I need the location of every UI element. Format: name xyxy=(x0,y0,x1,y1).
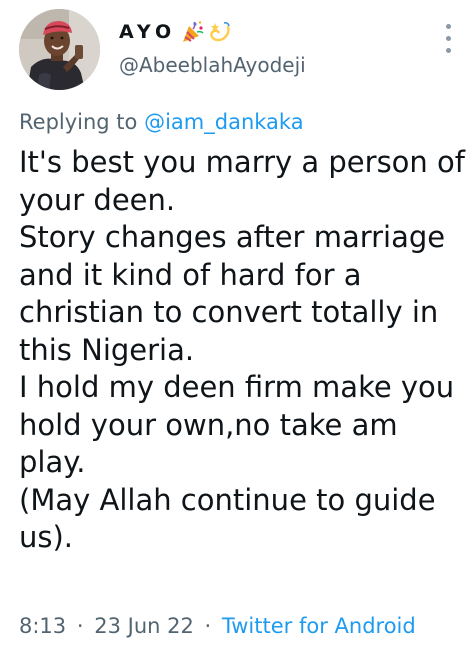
replying-to: Replying to @iam_dankaka xyxy=(19,108,304,136)
meta-separator: · xyxy=(204,614,212,638)
username[interactable]: @AbeeblahAyodeji xyxy=(119,52,306,78)
tweet-time[interactable]: 8:13 xyxy=(19,614,66,638)
tweet-source-link[interactable]: Twitter for Android xyxy=(222,614,416,638)
tweet-header: AYO @AbeeblahAyodeji xyxy=(0,0,475,104)
tweet-text-line: this Nigeria. xyxy=(19,332,195,367)
tweet: AYO @AbeeblahAyodeji Replying to @iam_da… xyxy=(0,0,475,654)
tweet-text: It's best you marry a person of your dee… xyxy=(19,144,465,557)
more-options-button[interactable] xyxy=(438,22,460,56)
tweet-text-line: us). xyxy=(19,520,74,554)
party-popper-icon xyxy=(181,20,205,44)
display-name[interactable]: AYO xyxy=(119,20,176,44)
tweet-text-line: I hold my deen firm make you xyxy=(19,370,455,404)
meta-separator: · xyxy=(76,614,84,638)
tweet-date[interactable]: 23 Jun 22 xyxy=(94,614,194,638)
more-vertical-icon xyxy=(446,24,451,29)
tweet-text-line: hold your own,no take am xyxy=(19,407,398,442)
tweet-text-line: Story changes after marriage xyxy=(19,220,446,254)
tweet-meta: 8:13 · 23 Jun 22 · Twitter for Android xyxy=(19,612,416,640)
tweet-text-line: It's best you marry a person of xyxy=(19,145,465,179)
more-vertical-icon-dot xyxy=(446,48,451,53)
replying-to-label: Replying to xyxy=(19,110,138,134)
tweet-text-line: your deen. xyxy=(19,182,176,217)
dizzy-icon xyxy=(208,20,232,44)
reply-mention-link[interactable]: @iam_dankaka xyxy=(144,110,304,134)
tweet-text-line: (May Allah continue to guide xyxy=(19,482,436,517)
tweet-text-line: and it kind of hard for a xyxy=(19,257,362,292)
avatar[interactable] xyxy=(19,9,100,90)
more-vertical-icon-dot xyxy=(446,36,451,41)
tweet-text-line: christian to convert totally in xyxy=(19,295,439,329)
tweet-text-line: play. xyxy=(19,445,86,479)
avatar-photo xyxy=(19,9,100,90)
